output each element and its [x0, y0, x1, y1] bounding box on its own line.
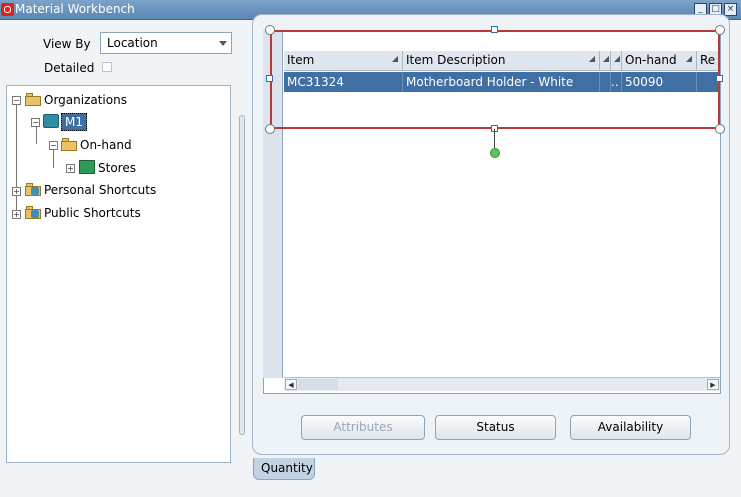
status-button[interactable]: Status — [435, 415, 556, 440]
tree-connector — [36, 124, 37, 144]
scroll-left-icon[interactable]: ◀ — [285, 379, 297, 390]
scroll-thumb[interactable] — [298, 379, 338, 390]
collapse-icon[interactable]: − — [31, 118, 40, 127]
close-icon[interactable]: × — [724, 3, 737, 16]
selection-highlight — [270, 30, 720, 129]
detailed-label: Detailed — [44, 61, 95, 75]
oracle-app-icon — [1, 3, 14, 16]
resize-handle[interactable] — [265, 25, 275, 35]
view-by-label: View By — [43, 37, 91, 51]
resize-handle[interactable] — [716, 75, 723, 82]
window-title: Material Workbench — [15, 2, 135, 16]
resize-handle[interactable] — [265, 124, 275, 134]
detailed-checkbox[interactable] — [102, 62, 112, 72]
availability-button[interactable]: Availability — [570, 415, 691, 440]
tree-node-m1[interactable]: M1 — [61, 113, 87, 131]
folder-shortcut-icon — [25, 183, 41, 196]
resize-handle[interactable] — [491, 26, 498, 33]
view-by-select[interactable]: Location — [100, 32, 232, 54]
collapse-icon[interactable]: − — [49, 141, 58, 150]
tree-node-personal-shortcuts[interactable]: Personal Shortcuts — [44, 183, 156, 197]
organization-icon — [43, 114, 59, 128]
resize-handle[interactable] — [266, 75, 273, 82]
tree-connector — [16, 101, 17, 213]
rotate-handle[interactable] — [490, 148, 500, 158]
tab-quantity[interactable]: Quantity — [253, 458, 315, 480]
expand-icon[interactable]: + — [12, 187, 21, 196]
subinventory-icon — [79, 160, 95, 174]
expand-icon[interactable]: + — [66, 164, 75, 173]
rotate-stem — [494, 129, 495, 148]
tree-node-public-shortcuts[interactable]: Public Shortcuts — [44, 206, 141, 220]
chevron-down-icon[interactable] — [219, 41, 227, 46]
collapse-icon[interactable]: − — [12, 96, 21, 105]
horizontal-scrollbar[interactable]: ◀ ▶ — [284, 377, 720, 391]
folder-public-icon — [25, 206, 41, 219]
view-by-value: Location — [107, 36, 158, 50]
folder-onhand-icon — [61, 138, 77, 151]
folder-org-icon — [25, 93, 41, 106]
tree-node-organizations[interactable]: Organizations — [44, 93, 127, 107]
navigator-tree: − Organizations − M1 − On-hand + Stores … — [6, 85, 231, 463]
resize-handle[interactable] — [715, 124, 725, 134]
tree-node-stores[interactable]: Stores — [98, 161, 136, 175]
scroll-right-icon[interactable]: ▶ — [707, 379, 719, 390]
pane-splitter[interactable] — [239, 115, 245, 435]
tree-node-on-hand[interactable]: On-hand — [80, 138, 132, 152]
expand-icon[interactable]: + — [12, 210, 21, 219]
attributes-button[interactable]: Attributes — [301, 415, 425, 440]
resize-handle[interactable] — [715, 25, 725, 35]
